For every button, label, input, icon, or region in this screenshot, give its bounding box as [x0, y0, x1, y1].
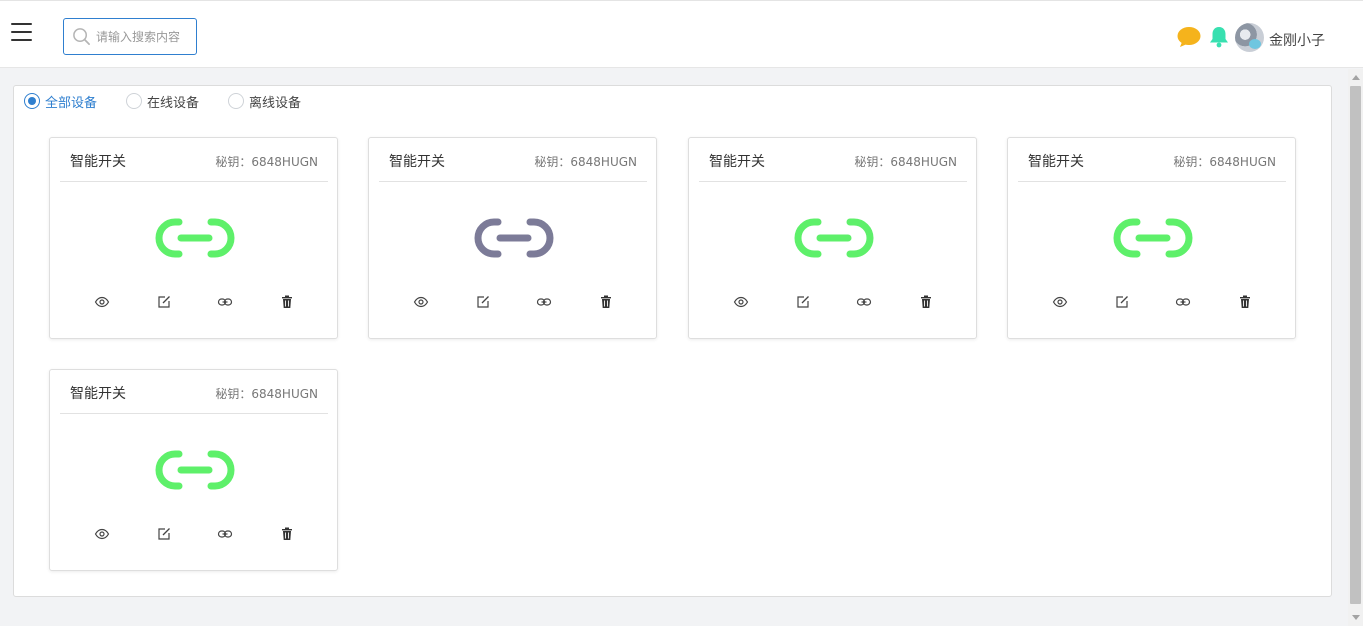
view-eye-icon[interactable]: [1052, 294, 1068, 310]
scroll-down-arrow-icon[interactable]: [1352, 615, 1360, 620]
card-actions: [369, 294, 656, 310]
divider: [60, 413, 328, 414]
link-icon[interactable]: [1175, 294, 1191, 310]
device-name: 智能开关: [709, 154, 765, 170]
bell-icon[interactable]: [1207, 25, 1231, 49]
device-name: 智能开关: [1028, 154, 1084, 170]
page-scrollbar[interactable]: [1348, 69, 1363, 626]
view-eye-icon[interactable]: [94, 526, 110, 542]
device-card: 智能开关 秘钥：6848HUGN: [368, 137, 657, 339]
divider: [60, 181, 328, 182]
link-status-icon: [794, 218, 874, 258]
device-card: 智能开关 秘钥：6848HUGN: [49, 137, 338, 339]
search-box[interactable]: [63, 18, 197, 55]
scrollbar-thumb[interactable]: [1350, 86, 1361, 604]
hamburger-menu-icon[interactable]: [11, 23, 33, 41]
edit-icon[interactable]: [475, 294, 491, 310]
device-name: 智能开关: [70, 154, 126, 170]
link-status-icon: [1113, 218, 1193, 258]
card-actions: [50, 294, 337, 310]
link-status-icon: [474, 218, 554, 258]
divider: [699, 181, 967, 182]
edit-icon[interactable]: [795, 294, 811, 310]
device-key: 秘钥：6848HUGN: [1173, 155, 1276, 169]
filter-label: 全部设备: [45, 95, 98, 111]
link-status-icon: [155, 450, 235, 490]
link-icon[interactable]: [536, 294, 552, 310]
device-panel: 全部设备 在线设备 离线设备 智能开关 秘钥：6848HUGN 智能开关 秘钥：…: [13, 85, 1332, 597]
filter-label: 离线设备: [249, 95, 302, 111]
device-name: 智能开关: [389, 154, 445, 170]
username[interactable]: 金刚小子: [1269, 30, 1325, 50]
divider: [1018, 181, 1286, 182]
edit-icon[interactable]: [156, 294, 172, 310]
edit-icon[interactable]: [156, 526, 172, 542]
card-actions: [689, 294, 976, 310]
view-eye-icon[interactable]: [94, 294, 110, 310]
device-name: 智能开关: [70, 386, 126, 402]
filter-label: 在线设备: [147, 95, 200, 111]
device-key: 秘钥：6848HUGN: [215, 155, 318, 169]
device-key: 秘钥：6848HUGN: [534, 155, 637, 169]
device-card: 智能开关 秘钥：6848HUGN: [688, 137, 977, 339]
filter-offline-devices[interactable]: 离线设备: [228, 91, 301, 111]
filter-all-devices[interactable]: 全部设备: [24, 91, 97, 111]
delete-trash-icon[interactable]: [279, 294, 295, 310]
radio-unchecked-icon: [228, 93, 244, 109]
search-input[interactable]: [96, 28, 194, 46]
delete-trash-icon[interactable]: [598, 294, 614, 310]
device-card: 智能开关 秘钥：6848HUGN: [1007, 137, 1296, 339]
delete-trash-icon[interactable]: [279, 526, 295, 542]
card-actions: [50, 526, 337, 542]
radio-checked-icon: [24, 93, 40, 109]
search-icon: [73, 28, 90, 45]
link-status-icon: [155, 218, 235, 258]
view-eye-icon[interactable]: [733, 294, 749, 310]
radio-unchecked-icon: [126, 93, 142, 109]
link-icon[interactable]: [217, 526, 233, 542]
link-icon[interactable]: [217, 294, 233, 310]
view-eye-icon[interactable]: [413, 294, 429, 310]
device-card: 智能开关 秘钥：6848HUGN: [49, 369, 338, 571]
top-header: 金刚小子: [0, 0, 1363, 68]
link-icon[interactable]: [856, 294, 872, 310]
chat-bubble-icon[interactable]: [1176, 26, 1202, 48]
card-actions: [1008, 294, 1295, 310]
delete-trash-icon[interactable]: [1237, 294, 1253, 310]
avatar[interactable]: [1235, 23, 1264, 52]
device-key: 秘钥：6848HUGN: [854, 155, 957, 169]
edit-icon[interactable]: [1114, 294, 1130, 310]
device-key: 秘钥：6848HUGN: [215, 387, 318, 401]
delete-trash-icon[interactable]: [918, 294, 934, 310]
filter-online-devices[interactable]: 在线设备: [126, 91, 199, 111]
divider: [379, 181, 647, 182]
scroll-up-arrow-icon[interactable]: [1352, 75, 1360, 80]
